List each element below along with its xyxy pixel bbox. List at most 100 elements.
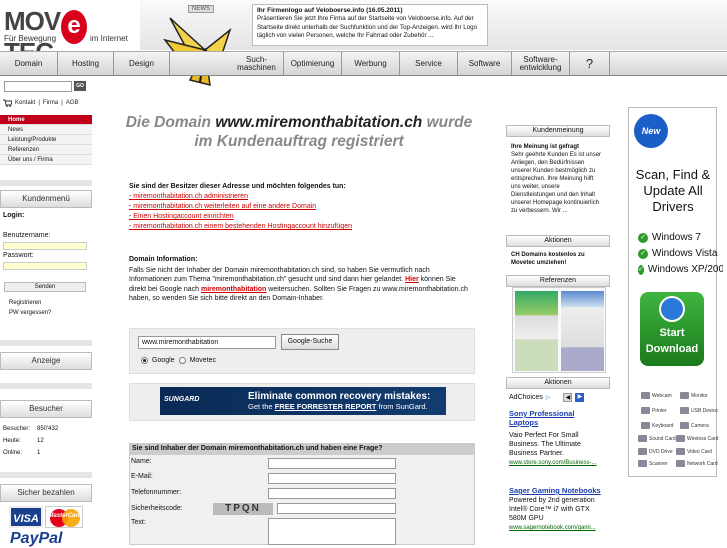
aktionen-header: Aktionen [506, 235, 610, 247]
captcha-field[interactable] [277, 503, 396, 514]
nav-software[interactable]: Software [458, 52, 512, 75]
leftnav-leistung[interactable]: Leistung/Produkte [0, 135, 92, 145]
forgot-password-link[interactable]: PW vergessen? [9, 310, 51, 316]
register-link[interactable]: Registrieren [9, 300, 41, 306]
site-search-input[interactable] [4, 81, 72, 92]
ad-sager-url[interactable]: www.sagernotebook.com/gami... [509, 525, 596, 531]
password-label: Passwort: [3, 252, 34, 259]
leftnav-home[interactable]: Home [0, 115, 92, 125]
logo-e-mark: e [61, 10, 87, 44]
device-soundcard: Sound Card [638, 435, 676, 442]
kundenmeinung-header: Kundenmeinung [506, 125, 610, 137]
sicher-bezahlen-header: Sicher bezahlen [0, 484, 92, 502]
left-nav: Home News Leistung/Produkte Referenzen Ü… [0, 115, 92, 165]
link-agb[interactable]: AGB [66, 100, 79, 106]
news-title[interactable]: Ihr Firmenlogo auf Veloboerse.info (16.0… [257, 7, 403, 14]
device-wireless: Wireless Card [676, 435, 718, 442]
phone-field[interactable] [268, 488, 396, 499]
nav-softwareentwicklung[interactable]: Software- entwicklung [512, 52, 570, 75]
adchoices[interactable]: AdChoices ▷ ◀ ▶ [509, 393, 585, 402]
password-field[interactable] [3, 262, 87, 270]
text-area[interactable] [268, 518, 396, 545]
radio-google[interactable] [141, 357, 148, 364]
logo-subtitle-right: im Internet [90, 34, 128, 43]
check-icon: ✓ [638, 232, 648, 243]
link-firma[interactable]: Firma [43, 100, 58, 106]
aktionen-text[interactable]: CH Domains kostenlos zu Movetec umziehen… [511, 251, 603, 267]
link-weiterleiten[interactable]: - miremonthabitation.ch weiterleiten auf… [129, 203, 316, 210]
nav-suchmaschinen[interactable]: Such- maschinen [230, 52, 284, 75]
email-label: E-Mail: [131, 473, 153, 480]
device-videocard: Video Card [676, 448, 712, 455]
device-camera: Camera [680, 422, 709, 429]
separator [0, 383, 92, 389]
google-search-link[interactable]: miremonthabitation [201, 286, 266, 293]
nav-werbung[interactable]: Werbung [342, 52, 400, 75]
movetec-logo[interactable]: MOVTEC e Für Bewegung im Internet [4, 6, 134, 67]
ad-sony-url[interactable]: www.store.sony.com/Business-... [509, 460, 597, 466]
nav-domain[interactable]: Domain [0, 52, 58, 75]
anzeige-header: Anzeige [0, 352, 92, 370]
device-networkcard: Network Card [676, 460, 718, 467]
send-button[interactable]: Senden [4, 282, 86, 292]
google-search-button[interactable]: Google-Suche [281, 334, 339, 350]
link-kontakt[interactable]: Kontakt [15, 100, 35, 106]
stat-value: 850'432 [37, 426, 59, 432]
news-tag: NEWS [188, 5, 214, 13]
link-hosting-hinzufuegen[interactable]: - miremonthabitation.ch einem bestehende… [129, 223, 352, 230]
device-printer: Printer [641, 407, 667, 414]
device-usb: USB Device [680, 407, 718, 414]
referenzen-image[interactable] [512, 287, 606, 373]
username-field[interactable] [3, 242, 87, 250]
go-button[interactable]: GO [74, 81, 86, 91]
sungard-logo: SUNGARD [164, 396, 200, 403]
nav-design[interactable]: Design [114, 52, 170, 75]
next-arrow-icon[interactable]: ▶ [575, 393, 585, 402]
start-download-button[interactable]: Start Download [640, 292, 704, 366]
aktionen2-header: Aktionen [506, 377, 610, 389]
top-links: Kontakt | Firma | AGB [3, 99, 79, 107]
nav-help[interactable]: ? [570, 52, 610, 75]
device-webcam: Webcam [641, 392, 672, 399]
nav-service[interactable]: Service [400, 52, 458, 75]
radio-movetec[interactable] [178, 357, 186, 364]
check-icon: ✓ [638, 248, 648, 259]
page-title: Die Domain www.miremonthabitation.ch wur… [125, 114, 473, 150]
device-dvd: DVD Drive [638, 448, 673, 455]
visa-logo: VISA [9, 506, 43, 528]
name-label: Name: [131, 458, 152, 465]
stat-label: Heute: [3, 438, 21, 444]
leftnav-ueber-uns[interactable]: Über uns / Firma [0, 155, 92, 165]
name-field[interactable] [268, 458, 396, 469]
prev-arrow-icon[interactable]: ◀ [563, 393, 573, 402]
google-search-input[interactable]: www.miremonthabitation [138, 336, 276, 349]
adchoices-icon: ▷ [545, 395, 551, 401]
link-administrieren[interactable]: - miremonthabitation.ch administrieren [129, 193, 248, 200]
link-hosting-einrichten[interactable]: - Einen Hostingaccount einrichten [129, 213, 234, 220]
leftnav-referenzen[interactable]: Referenzen [0, 145, 92, 155]
nav-hosting[interactable]: Hosting [58, 52, 114, 75]
captcha-label: Sicherheitscode: [131, 505, 183, 512]
sungard-ad-banner[interactable]: SUNGARD Eliminate common recovery mistak… [160, 387, 446, 415]
kundenmenu-header: Kundenmenü [0, 190, 92, 208]
new-badge: New [634, 114, 668, 148]
cart-icon[interactable] [3, 99, 12, 107]
info-title: Domain Information: [129, 256, 198, 263]
ad-sager-title[interactable]: Sager Gaming Notebooks [509, 486, 601, 495]
email-field[interactable] [268, 473, 396, 484]
kundenmeinung-title[interactable]: Ihre Meinung ist gefragt [511, 143, 579, 151]
hier-link[interactable]: Hier [405, 276, 419, 283]
leftnav-news[interactable]: News [0, 125, 92, 135]
visitor-stats: Besucher: 850'432 Heute: 12 Online: 1 [3, 423, 58, 459]
stat-label: Besucher: [3, 426, 31, 432]
paypal-logo: PayPal [10, 530, 63, 547]
radio-movetec-label: Movetec [189, 357, 217, 364]
ad-sony-text: Vaio Perfect For Small Business. The Ult… [509, 432, 581, 457]
logo-subtitle-left: Für Bewegung [4, 34, 57, 43]
stat-value: 1 [37, 450, 41, 456]
nav-optimierung[interactable]: Optimierung [284, 52, 342, 75]
os-windows-vista: ✓ Windows Vista [638, 248, 717, 259]
separator [0, 340, 92, 346]
ad-sony-title[interactable]: Sony Professional Laptops [509, 409, 589, 427]
news-box[interactable]: Ihr Firmenlogo auf Veloboerse.info (16.0… [252, 4, 488, 46]
